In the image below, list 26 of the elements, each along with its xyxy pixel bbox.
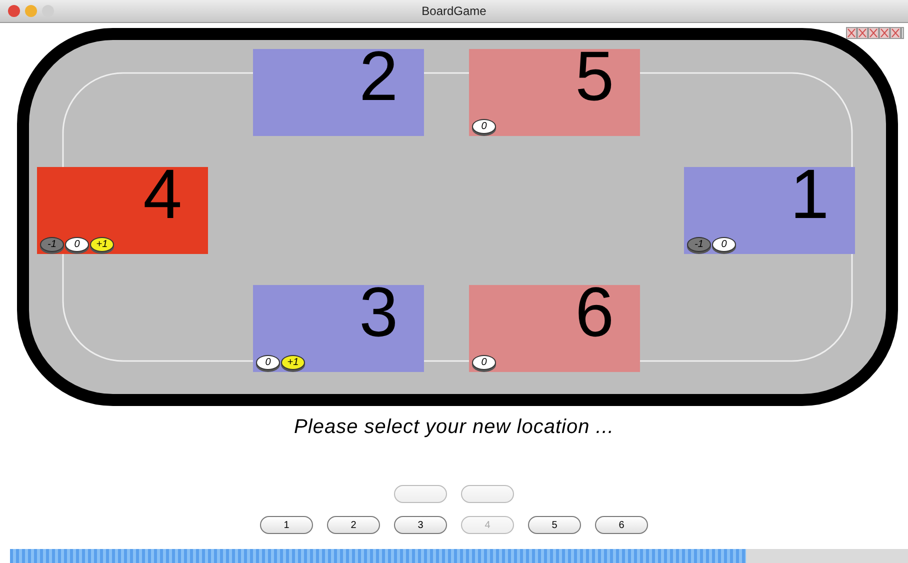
board-space[interactable]: 1 -1 0: [684, 167, 855, 254]
location-button[interactable]: 2: [327, 516, 380, 534]
close-button[interactable]: [8, 5, 20, 17]
window-title: BoardGame: [422, 4, 486, 18]
chip-token: 0: [472, 355, 496, 370]
minimize-button[interactable]: [25, 5, 37, 17]
chip-token: -1: [687, 237, 711, 252]
zoom-button[interactable]: [42, 5, 54, 17]
board-space[interactable]: 2: [253, 49, 424, 136]
instruction-text: Please select your new location ...: [294, 416, 614, 438]
board-space[interactable]: 3 0 +1: [253, 285, 424, 372]
location-button[interactable]: 3: [394, 516, 447, 534]
board-space[interactable]: 5 0: [469, 49, 640, 136]
board-space[interactable]: 6 0: [469, 285, 640, 372]
x-markers-icon: [846, 27, 904, 39]
chip-token: -1: [40, 237, 64, 252]
chip-token: 0: [256, 355, 280, 370]
chip-token: 0: [472, 119, 496, 134]
chip-token: 0: [65, 237, 89, 252]
location-button[interactable]: 5: [528, 516, 581, 534]
location-button[interactable]: 6: [595, 516, 648, 534]
location-button[interactable]: 1: [260, 516, 313, 534]
chip-token: 0: [712, 237, 736, 252]
chip-token: +1: [281, 355, 305, 370]
chip-token: +1: [90, 237, 114, 252]
board-space[interactable]: 4 -1 0 +1: [37, 167, 208, 254]
